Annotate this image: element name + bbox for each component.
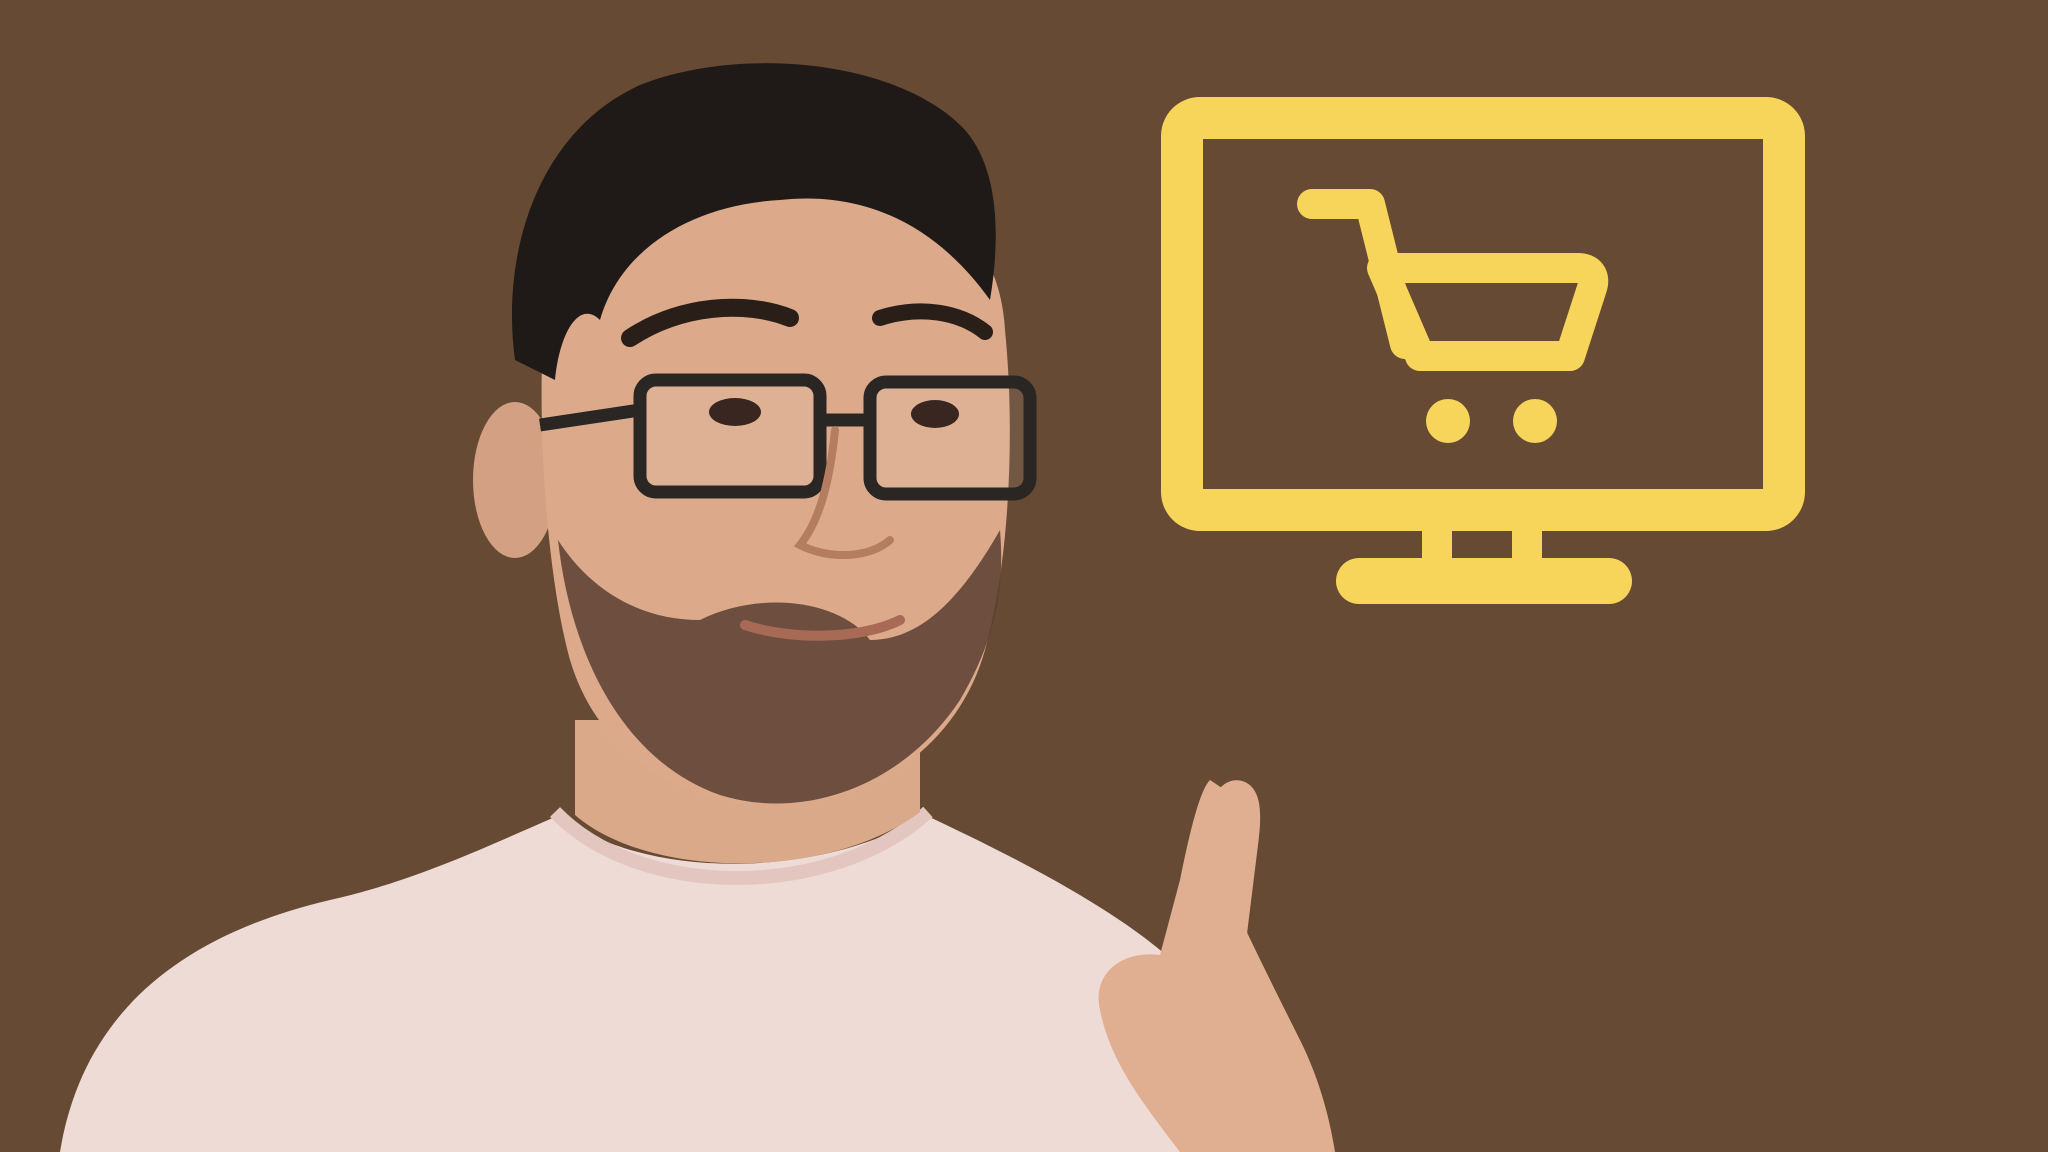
cart-wheel-left <box>1426 399 1470 443</box>
cart-wheel-right <box>1513 399 1557 443</box>
eye-right <box>911 400 959 428</box>
monitor-stand-neck-right <box>1512 510 1542 562</box>
shopping-cart-monitor-icon <box>1161 97 1805 604</box>
monitor-stand-base <box>1336 558 1632 604</box>
eye-left <box>709 398 761 426</box>
monitor-stand-neck <box>1422 510 1452 562</box>
thumbnail-canvas <box>0 0 2048 1152</box>
cart-basket <box>1367 253 1609 371</box>
monitor-frame <box>1161 97 1805 531</box>
